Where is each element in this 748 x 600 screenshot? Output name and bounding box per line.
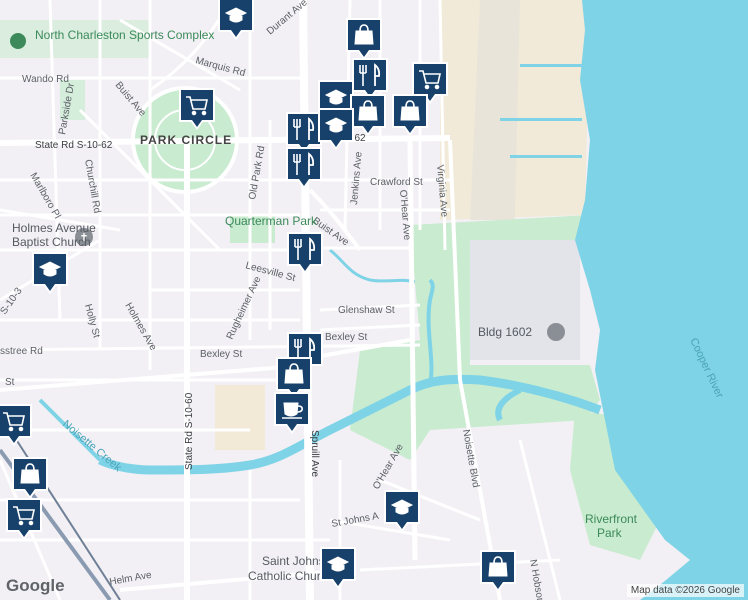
saint-johns-label-1: Saint Johns: [262, 554, 325, 568]
riverfront-label-2: Park: [597, 526, 623, 540]
map-canvas[interactable]: Marquis Rd Wando Rd Durant Ave Buist Ave…: [0, 0, 748, 600]
street-label-crawford: Crawford St: [370, 177, 423, 188]
sand-patch: [215, 385, 265, 450]
map-attribution: Map data ©2026 Google: [626, 584, 744, 597]
street-label-crosstree: sstree Rd: [0, 346, 43, 357]
quarterman-park-label: Quarterman Park: [225, 214, 318, 228]
street-label-st: St: [5, 377, 15, 388]
park-circle-label: PARK CIRCLE: [140, 133, 232, 147]
building-icon: [547, 323, 565, 341]
church-label-2: Baptist Church: [12, 235, 91, 249]
street-label-spruill: Spruill Ave: [309, 430, 320, 478]
street-label-wando: Wando Rd: [22, 74, 69, 85]
pier: [520, 64, 582, 67]
sports-complex-icon: [10, 33, 26, 49]
google-logo: Google: [6, 576, 65, 595]
street-label-glenshaw: Glenshaw St: [338, 305, 395, 316]
street-label-state-rd-1060: State Rd S-10-60: [184, 392, 195, 470]
church-label-1: Holmes Avenue: [12, 221, 96, 235]
pier: [500, 118, 582, 121]
riverfront-label-1: Riverfront: [585, 512, 638, 526]
street-label-bexley-b: Bexley St: [325, 332, 367, 343]
industrial-area: [460, 240, 580, 360]
pier: [510, 155, 582, 158]
street-label-state-rd-1062: State Rd S-10-62: [35, 140, 113, 151]
bldg-1602-label: Bldg 1602: [478, 325, 532, 339]
sports-complex-label-1: North Charleston Sports Complex: [35, 28, 214, 42]
street-label-bexley-a: Bexley St: [200, 349, 242, 360]
